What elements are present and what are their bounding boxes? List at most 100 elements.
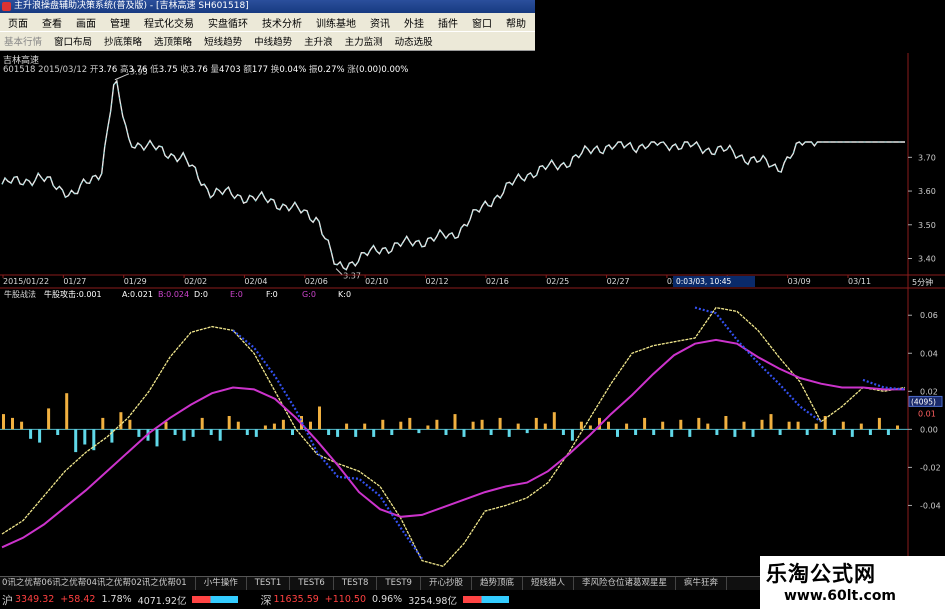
toolbar-short-trend[interactable]: 短线趋势 [204,34,242,48]
histogram-bar [38,429,42,443]
date-tick-label: 02/04 [244,277,267,286]
menu-item-help[interactable]: 帮助 [506,15,526,30]
histogram-bar [616,429,619,437]
price-chart: 3.933.37 [1,68,905,281]
histogram-bar [155,429,159,447]
toolbar: 基本行情 窗口布局 抄底策略 选顶策略 短线趋势 中线趋势 主升浪 主力监测 动… [0,31,535,51]
histogram-bar [56,429,60,435]
histogram-bar [272,423,276,430]
menu-item-training[interactable]: 训练基地 [316,15,356,30]
toolbar-dynamic-select[interactable]: 动态选股 [395,34,433,48]
change-label: 涨 [347,65,356,75]
histogram-bar [209,429,213,435]
histogram-bar [218,429,222,441]
toolbar-capital-monitor[interactable]: 主力监测 [345,34,383,48]
histogram-bar [525,429,529,434]
histogram-bar [173,429,177,435]
turnover-value: 0.04% [279,65,307,75]
menu-item-program-trade[interactable]: 程式化交易 [144,15,194,30]
menu-item-manage[interactable]: 管理 [110,15,130,30]
tab-test6[interactable]: TEST6 [290,577,334,590]
indicator-name: 牛股战法 [4,289,36,299]
menu-item-external[interactable]: 外挂 [404,15,424,30]
window-title: 主升浪操盘辅助决策系统(普及版) - [吉林高速 SH601518] [14,1,249,11]
histogram-bar [2,414,5,430]
toolbar-window-layout[interactable]: 窗口布局 [54,34,92,48]
price-tick-label: 3.40 [918,255,936,264]
indicator-tick-label: 0.00 [920,425,938,434]
histogram-bar [399,421,403,430]
histogram-bar [426,425,430,430]
indicator-tick-label: -0.04 [920,501,941,510]
menu-item-view[interactable]: 查看 [42,15,62,30]
histogram-bar [552,412,556,430]
tab-short-hunter[interactable]: 短线猎人 [523,577,574,590]
amplitude-value: 0.27% [317,65,345,75]
period-label: 5分钟 [912,277,933,287]
histogram-bar [327,429,331,435]
tab-crazy-bull[interactable]: 疯牛狂奔 [676,577,728,590]
histogram-bar [534,417,538,430]
close-label: 收 [180,65,189,75]
menu-bar: 页面 查看 画面 管理 程式化交易 实盘循环 技术分析 训练基地 资讯 外挂 插… [0,13,535,31]
menu-item-screen[interactable]: 画面 [76,15,96,30]
histogram-bar [164,421,168,430]
indicator-series-line [1,338,905,549]
menu-item-news[interactable]: 资讯 [370,15,390,30]
histogram-bar [868,429,872,435]
indicator-legend-item: B:0.024 [158,290,189,299]
histogram-bar [47,408,51,430]
histogram-bar [354,429,358,437]
histogram-bar [65,393,69,430]
sh-index[interactable]: 3349.32 [15,594,54,605]
menu-item-plugin[interactable]: 插件 [438,15,458,30]
index-status-bar: 沪 3349.32 +58.42 1.78% 4071.92亿 深 11635.… [0,590,760,609]
window-titlebar[interactable]: 主升浪操盘辅助决策系统(普及版) - [吉林高速 SH601518] [0,0,535,13]
sz-amount: 3254.98亿 [408,595,457,607]
sz-label: 深 [260,593,272,607]
date-tick-label: 01/27 [63,277,86,286]
histogram-bar [480,419,484,430]
histogram-bar [390,429,394,435]
tab-xiaoniu[interactable]: 小牛操作 [196,577,247,590]
tab-risk-position[interactable]: 李风险仓位诸葛观星星 [574,577,677,590]
histogram-bar [706,423,710,430]
low-value: 3.75 [158,65,178,75]
indicator-tick-label: 0.04 [920,349,938,358]
toolbar-main-wave[interactable]: 主升浪 [304,34,333,48]
histogram-bar [507,429,511,437]
histogram-bar [245,429,249,435]
histogram-bar [841,421,845,430]
date-tick-label: 02/10 [365,277,388,286]
change-value: (0.00)0.00% [355,65,409,75]
menu-item-live-loop[interactable]: 实盘循环 [208,15,248,30]
tab-happy[interactable]: 开心抄股 [421,577,472,590]
tab-trend-top-bottom[interactable]: 趋势顶底 [472,577,523,590]
tab-test9[interactable]: TEST9 [377,577,421,590]
low-label: 低 [150,65,159,75]
histogram-bar [444,429,448,435]
toolbar-top-strategy[interactable]: 选顶策略 [154,34,192,48]
sz-index[interactable]: 11635.59 [273,594,318,605]
tab-test1[interactable]: TEST1 [247,577,291,590]
histogram-bar [336,429,340,437]
toolbar-bottom-strategy[interactable]: 抄底策略 [104,34,142,48]
open-value: 3.76 [98,65,118,75]
date-tick-label: 2015/01/22 [3,277,49,286]
tab-first-group[interactable]: 0讯之优帮06讯之优帮04讯之优帮02讯之优帮01 [0,577,196,590]
tab-test8[interactable]: TEST8 [334,577,378,590]
histogram-bar [625,423,629,430]
volume-label: 量 [210,65,219,75]
toolbar-mid-trend[interactable]: 中线趋势 [254,34,292,48]
menu-item-window[interactable]: 窗口 [472,15,492,30]
toolbar-basic-quote[interactable]: 基本行情 [4,34,42,48]
menu-item-tech-analysis[interactable]: 技术分析 [262,15,302,30]
histogram-bar [543,423,547,430]
histogram-bar [417,429,421,434]
menu-item-page[interactable]: 页面 [8,15,28,30]
histogram-bar [453,414,457,430]
histogram-bar [74,429,78,453]
histogram-bar [227,416,231,430]
histogram-bar [462,429,466,437]
histogram-bar [345,423,349,430]
